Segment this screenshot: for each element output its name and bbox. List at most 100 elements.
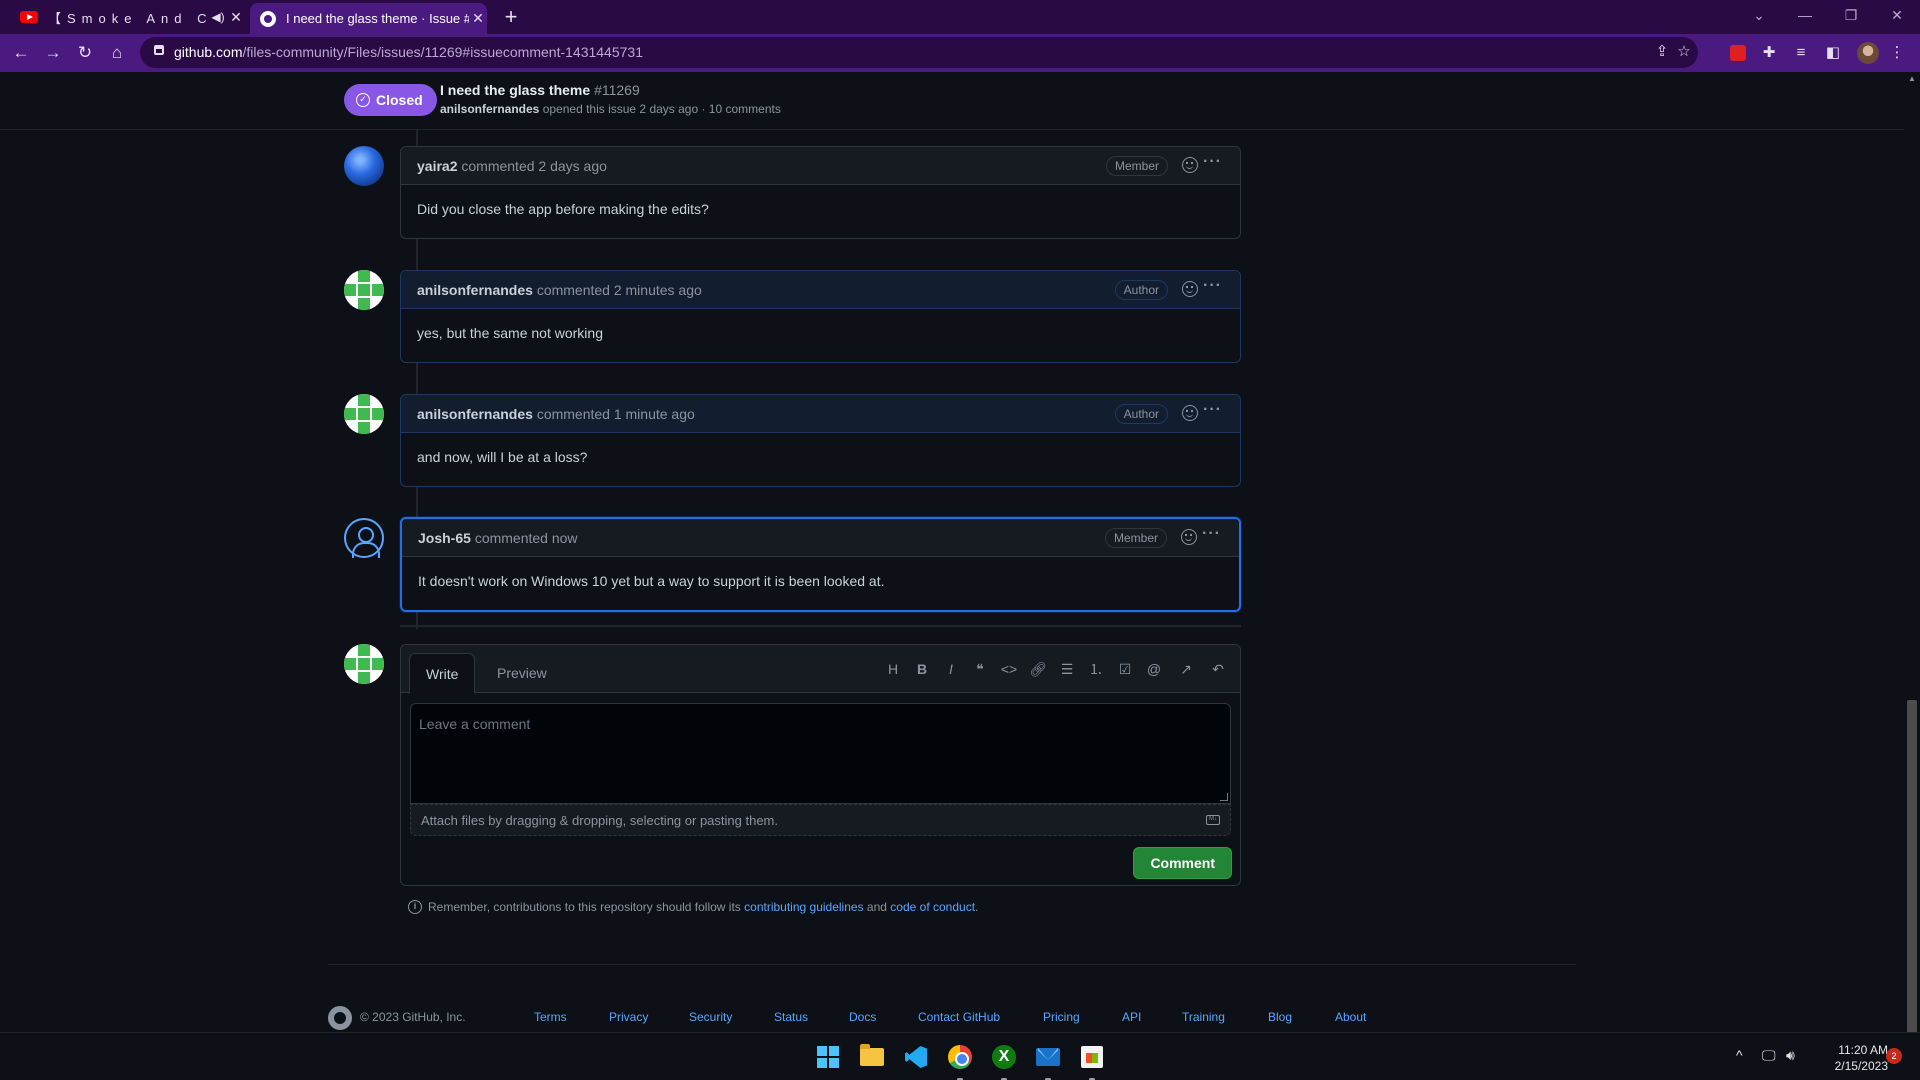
footer-link-pricing[interactable]: Pricing bbox=[1043, 1010, 1080, 1024]
quote-icon[interactable]: ❝ bbox=[970, 659, 990, 679]
close-tab-icon[interactable]: ✕ bbox=[469, 10, 487, 27]
more-options-icon[interactable]: ··· bbox=[1203, 153, 1222, 171]
new-tab-button[interactable]: + bbox=[498, 4, 524, 30]
restore-button[interactable]: ❐ bbox=[1828, 0, 1874, 34]
bold-icon[interactable]: B bbox=[912, 659, 932, 679]
footer-link-blog[interactable]: Blog bbox=[1268, 1010, 1292, 1024]
close-tab-icon[interactable]: ✕ bbox=[227, 9, 245, 26]
code-icon[interactable]: <> bbox=[999, 659, 1019, 679]
task-list-icon[interactable]: ☑ bbox=[1115, 659, 1135, 679]
italic-icon[interactable]: I bbox=[941, 659, 961, 679]
home-icon[interactable]: ⌂ bbox=[104, 40, 130, 66]
volume-icon[interactable]: 🔊︎ bbox=[1786, 1047, 1795, 1064]
folder-icon bbox=[860, 1044, 884, 1066]
footer-copyright: © 2023 GitHub, Inc. bbox=[360, 1010, 466, 1024]
footer-link-about[interactable]: About bbox=[1335, 1010, 1366, 1024]
footer-link-training[interactable]: Training bbox=[1182, 1010, 1225, 1024]
comment-author-link[interactable]: Josh-65 bbox=[418, 530, 471, 546]
lock-icon[interactable] bbox=[154, 45, 164, 55]
taskbar-vscode[interactable] bbox=[900, 1041, 932, 1073]
tray-overflow-icon[interactable]: ^ bbox=[1736, 1047, 1743, 1063]
footer-link-contact[interactable]: Contact GitHub bbox=[918, 1010, 1000, 1024]
comment-author-link[interactable]: anilsonfernandes bbox=[417, 406, 533, 422]
share-icon[interactable]: ⇪ bbox=[1652, 42, 1672, 62]
bookmark-star-icon[interactable]: ☆ bbox=[1674, 42, 1694, 62]
close-window-button[interactable]: ✕ bbox=[1874, 0, 1920, 34]
comment-author-link[interactable]: anilsonfernandes bbox=[417, 282, 533, 298]
more-options-icon[interactable]: ··· bbox=[1203, 277, 1222, 295]
taskbar-store[interactable] bbox=[1076, 1041, 1108, 1073]
avatar[interactable] bbox=[344, 146, 384, 186]
tab-github-issue[interactable]: I need the glass theme · Issue #1 ✕ bbox=[250, 3, 487, 34]
mention-icon[interactable]: @ bbox=[1144, 659, 1164, 679]
reply-icon[interactable]: ↶ bbox=[1208, 659, 1228, 679]
more-options-icon[interactable]: ··· bbox=[1203, 401, 1222, 419]
bulleted-list-icon[interactable]: ☰ bbox=[1057, 659, 1077, 679]
start-button[interactable] bbox=[812, 1041, 844, 1073]
xbox-icon: X bbox=[992, 1045, 1016, 1069]
scrollbar-thumb[interactable] bbox=[1907, 700, 1917, 1055]
current-user-avatar[interactable] bbox=[344, 644, 384, 684]
minimize-button[interactable]: — bbox=[1782, 0, 1828, 34]
side-panel-icon[interactable]: ◧ bbox=[1822, 42, 1844, 64]
address-bar[interactable]: github.com/files-community/Files/issues/… bbox=[140, 37, 1698, 68]
chrome-icon bbox=[948, 1045, 972, 1069]
markdown-icon[interactable]: M↓ bbox=[1206, 815, 1220, 825]
github-icon bbox=[260, 10, 276, 27]
add-reaction-icon[interactable] bbox=[1182, 281, 1198, 297]
code-of-conduct-link[interactable]: code of conduct bbox=[890, 900, 975, 914]
resize-handle[interactable] bbox=[1220, 793, 1228, 801]
contributing-guidelines-link[interactable]: contributing guidelines bbox=[744, 900, 863, 914]
avatar[interactable] bbox=[344, 270, 384, 310]
footer-link-privacy[interactable]: Privacy bbox=[609, 1010, 648, 1024]
role-badge: Author bbox=[1114, 280, 1168, 300]
footer-link-terms[interactable]: Terms bbox=[534, 1010, 567, 1024]
comment-textarea[interactable]: Leave a comment bbox=[410, 703, 1231, 804]
reading-list-icon[interactable]: ≡ bbox=[1790, 42, 1812, 64]
comment-author-link[interactable]: yaira2 bbox=[417, 158, 457, 174]
more-options-icon[interactable]: ··· bbox=[1202, 525, 1221, 543]
comment-submit-button[interactable]: Comment bbox=[1133, 847, 1232, 879]
footer-link-security[interactable]: Security bbox=[689, 1010, 732, 1024]
taskbar-clock[interactable]: 11:20 AM 2/15/2023 bbox=[1810, 1042, 1888, 1074]
chrome-menu-icon[interactable]: ⋮ bbox=[1886, 42, 1908, 64]
numbered-list-icon[interactable]: ⒈ bbox=[1086, 659, 1106, 679]
avatar[interactable] bbox=[344, 518, 384, 558]
tab-write[interactable]: Write bbox=[409, 653, 476, 694]
extension-red-icon[interactable] bbox=[1727, 42, 1749, 64]
tab-preview[interactable]: Preview bbox=[481, 653, 563, 694]
url-text[interactable]: github.com/files-community/Files/issues/… bbox=[174, 44, 643, 60]
back-icon[interactable]: ← bbox=[8, 40, 34, 66]
profile-avatar[interactable] bbox=[1857, 42, 1879, 64]
store-icon bbox=[1081, 1046, 1103, 1068]
taskbar-chrome[interactable] bbox=[944, 1041, 976, 1073]
windows-logo-icon bbox=[817, 1046, 839, 1068]
taskbar-mail[interactable] bbox=[1032, 1041, 1064, 1073]
scroll-up-icon[interactable]: ▲ bbox=[1906, 74, 1918, 83]
tab-search-icon[interactable]: ⌄ bbox=[1736, 0, 1782, 34]
footer-link-docs[interactable]: Docs bbox=[849, 1010, 876, 1024]
github-logo-icon[interactable] bbox=[328, 1006, 352, 1030]
speaker-icon[interactable]: ◀) bbox=[209, 10, 227, 24]
notification-badge[interactable]: 2 bbox=[1886, 1048, 1902, 1064]
link-icon[interactable]: 🔗︎ bbox=[1028, 659, 1048, 679]
tab-youtube[interactable]: 【Smoke And Ch ◀) ✕ bbox=[10, 0, 245, 34]
add-reaction-icon[interactable] bbox=[1182, 405, 1198, 421]
forward-icon[interactable]: → bbox=[40, 40, 66, 66]
add-reaction-icon[interactable] bbox=[1182, 157, 1198, 173]
taskbar-file-explorer[interactable] bbox=[856, 1041, 888, 1073]
issue-author-link[interactable]: anilsonfernandes bbox=[440, 102, 539, 116]
tab-title: 【Smoke And Ch bbox=[48, 10, 209, 26]
issue-state-badge: ✓ Closed bbox=[344, 84, 437, 116]
network-icon[interactable]: 🖵︎ bbox=[1762, 1047, 1776, 1064]
add-reaction-icon[interactable] bbox=[1181, 529, 1197, 545]
heading-icon[interactable]: H bbox=[883, 659, 903, 679]
attach-files-area[interactable]: Attach files by dragging & dropping, sel… bbox=[410, 804, 1231, 836]
taskbar-xbox[interactable]: X bbox=[988, 1041, 1020, 1073]
reload-icon[interactable]: ↻ bbox=[72, 40, 98, 66]
footer-link-api[interactable]: API bbox=[1122, 1010, 1141, 1024]
reference-icon[interactable]: ↗ bbox=[1176, 659, 1196, 679]
extensions-puzzle-icon[interactable]: ✚ bbox=[1758, 42, 1780, 64]
footer-link-status[interactable]: Status bbox=[774, 1010, 808, 1024]
avatar[interactable] bbox=[344, 394, 384, 434]
